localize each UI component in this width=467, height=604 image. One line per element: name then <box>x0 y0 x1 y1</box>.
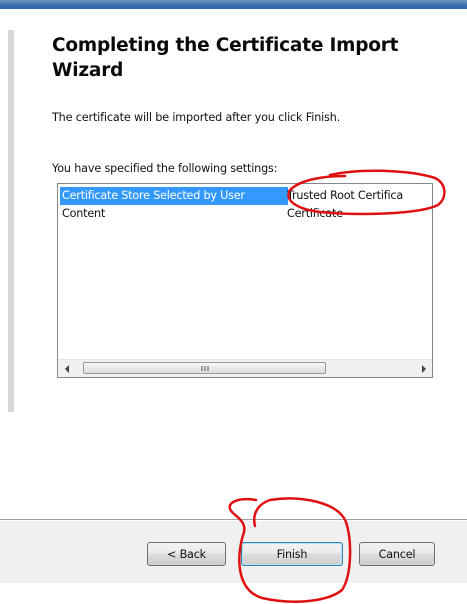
window-left-border <box>0 9 8 519</box>
page-title: Completing the Certificate Import Wizard <box>52 35 399 81</box>
wizard-side-panel <box>8 30 14 412</box>
list-item[interactable]: Content Certificate <box>58 205 432 223</box>
setting-name: Content <box>62 207 106 220</box>
window-title-bar-edge <box>0 0 467 9</box>
cancel-button[interactable]: Cancel <box>359 542 435 566</box>
wizard-description: The certificate will be imported after y… <box>52 111 341 124</box>
back-button[interactable]: < Back <box>147 542 226 566</box>
list-item[interactable]: Certificate Store Selected by User Trust… <box>58 187 432 205</box>
scroll-right-arrow-icon[interactable] <box>415 360 432 377</box>
setting-value: Certificate <box>287 207 343 220</box>
setting-value: Trusted Root Certifica <box>287 189 403 202</box>
settings-label: You have specified the following setting… <box>52 162 278 175</box>
horizontal-scrollbar[interactable] <box>58 359 432 377</box>
finish-button[interactable]: Finish <box>241 542 343 566</box>
scrollbar-thumb[interactable] <box>83 362 326 374</box>
window-bottom-edge <box>0 583 467 604</box>
scrollbar-grip-icon <box>201 366 208 371</box>
settings-listbox[interactable]: Certificate Store Selected by User Trust… <box>57 183 433 378</box>
setting-name: Certificate Store Selected by User <box>60 187 288 205</box>
scroll-left-arrow-icon[interactable] <box>58 360 75 377</box>
